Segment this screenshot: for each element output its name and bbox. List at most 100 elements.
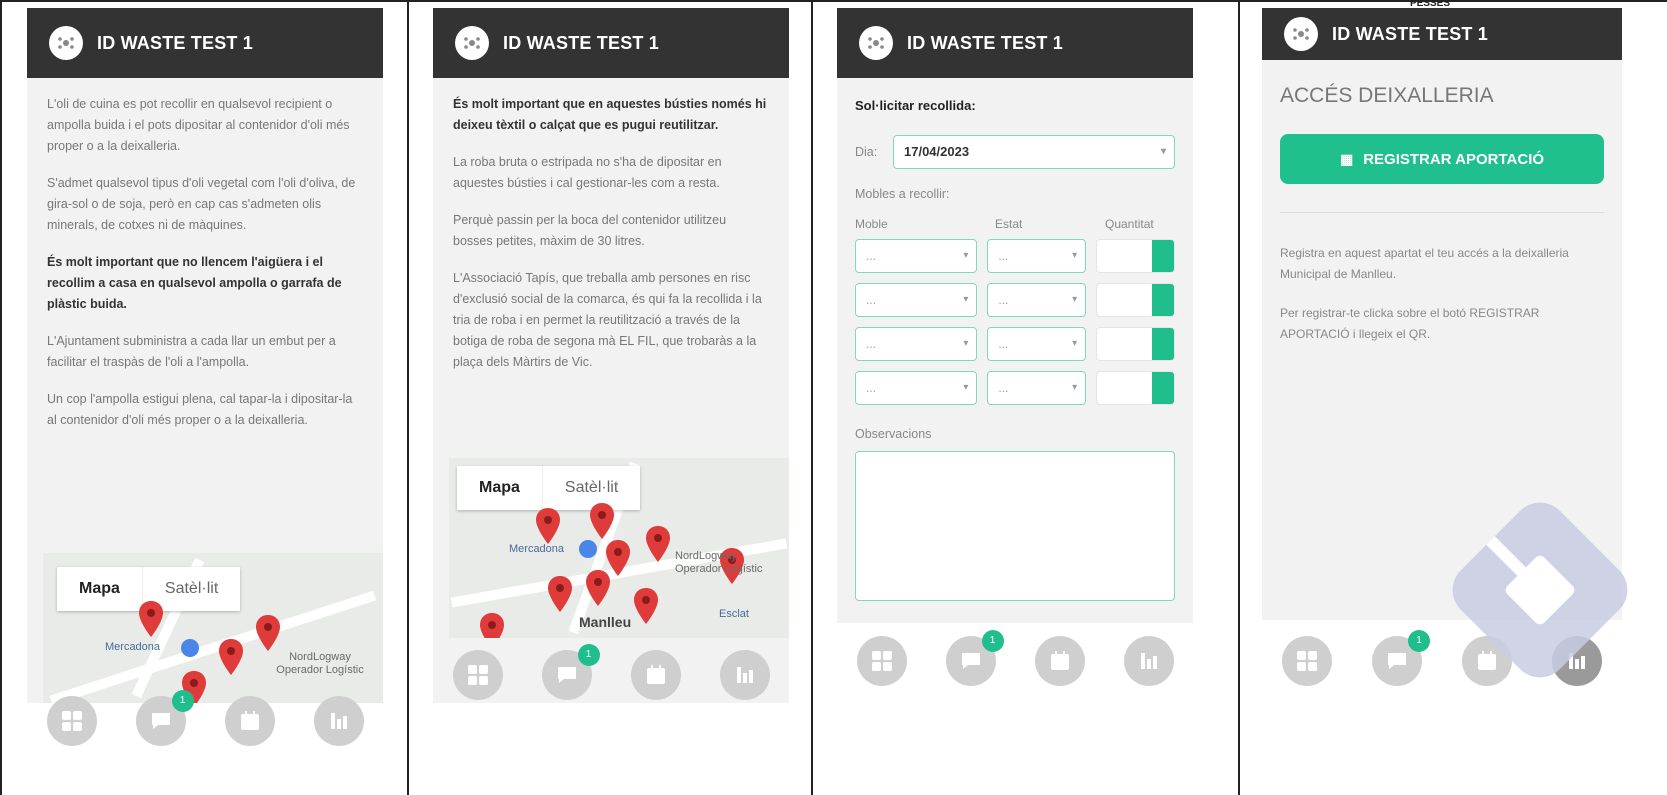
nav-calendar-button[interactable] <box>630 650 681 700</box>
paragraph: Perquè passin per la boca del contenidor… <box>453 213 727 248</box>
map-tab-map[interactable]: Mapa <box>457 466 542 510</box>
nav-calendar-button[interactable] <box>1034 636 1085 686</box>
col-state-header: Estat <box>995 217 1023 231</box>
nav-messages-button[interactable]: 1 <box>135 690 194 746</box>
day-select[interactable]: 17/04/2023 ▾ <box>893 135 1175 169</box>
map-pin-icon[interactable] <box>138 601 164 637</box>
nav-stats-button[interactable] <box>1123 636 1174 686</box>
place-label-company: NordLogway Operador Logístic <box>675 550 763 575</box>
app-logo-icon <box>859 26 893 60</box>
calendar-icon <box>646 665 665 684</box>
map-pin-icon[interactable] <box>547 576 573 612</box>
nav-home-button[interactable] <box>856 636 907 686</box>
quantity-increment-button[interactable] <box>1152 284 1174 316</box>
map-pin-icon[interactable] <box>218 639 244 675</box>
state-select[interactable]: ... ▾ <box>987 371 1087 405</box>
quantity-value[interactable] <box>1097 372 1152 404</box>
state-select[interactable]: ... ▾ <box>987 283 1087 317</box>
map-view[interactable]: Mapa Satèl·lit Mercadona NordLogway Oper… <box>449 458 789 638</box>
access-instructions: Per registrar-te clicka sobre el botó RE… <box>1280 306 1540 341</box>
nav-messages-button[interactable]: 1 <box>1372 630 1430 686</box>
access-content: ACCÉS DEIXALLERIA ▦ REGISTRAR APORTACIÓ … <box>1262 60 1622 369</box>
pickup-form: Sol·licitar recollida: Dia: 17/04/2023 ▾… <box>837 78 1193 621</box>
place-label-store: Mercadona <box>509 543 565 555</box>
furniture-row: ... ▾ ... ▾ <box>855 239 1175 273</box>
bar-chart-icon <box>736 667 753 683</box>
grid-icon <box>871 651 892 671</box>
paragraph: La roba bruta o estripada no s'ha de dip… <box>453 155 722 190</box>
quantity-stepper[interactable] <box>1096 283 1175 317</box>
furniture-row: ... ▾ ... ▾ <box>855 327 1175 361</box>
phone-viewport: ID WASTE TEST 1 Sol·licitar recollida: D… <box>837 8 1193 623</box>
map-pin-icon[interactable] <box>479 613 505 638</box>
chevron-down-icon: ▾ <box>1072 382 1078 393</box>
app-header: ID WASTE TEST 1 <box>1262 8 1622 60</box>
qr-icon: ▦ <box>1339 150 1354 167</box>
quantity-increment-button[interactable] <box>1152 240 1174 272</box>
map-pin-icon[interactable] <box>645 526 671 562</box>
chat-icon <box>961 653 980 669</box>
item-select[interactable]: ... ▾ <box>855 283 978 317</box>
quantity-increment-button[interactable] <box>1152 372 1174 404</box>
phone-viewport: ID WASTE TEST 1 És molt important que en… <box>433 8 789 703</box>
item-select[interactable]: ... ▾ <box>855 327 978 361</box>
chevron-down-icon: ▾ <box>963 294 969 305</box>
page-title: ACCÉS DEIXALLERIA <box>1280 84 1494 107</box>
item-placeholder: ... <box>866 293 877 307</box>
map-pin-icon[interactable] <box>255 615 281 651</box>
quantity-stepper[interactable] <box>1096 327 1175 361</box>
chevron-down-icon: ▾ <box>1160 146 1166 157</box>
app-title: ID WASTE TEST 1 <box>1332 23 1489 44</box>
map-view[interactable]: Mapa Satèl·lit Mercadona NordLogway Oper… <box>43 553 383 703</box>
item-placeholder: ... <box>866 381 877 395</box>
app-title: ID WASTE TEST 1 <box>907 32 1064 53</box>
quantity-stepper[interactable] <box>1096 239 1175 273</box>
map-pin-icon[interactable] <box>585 570 611 606</box>
state-select[interactable]: ... ▾ <box>987 327 1087 361</box>
notification-badge: 1 <box>171 690 194 712</box>
map-pin-icon[interactable] <box>633 588 659 624</box>
chat-icon <box>151 713 170 729</box>
screen-textile-info: ID WASTE TEST 1 És molt important que en… <box>409 8 789 788</box>
item-select[interactable]: ... ▾ <box>855 371 978 405</box>
quantity-increment-button[interactable] <box>1152 328 1174 360</box>
paragraph: L'Associació Tapís, que treballa amb per… <box>453 271 762 369</box>
observations-textarea[interactable] <box>855 451 1175 601</box>
quantity-value[interactable] <box>1097 284 1152 316</box>
store-icon <box>181 639 199 657</box>
place-label-store: Mercadona <box>105 641 161 653</box>
nav-home-button[interactable] <box>46 696 97 746</box>
nav-calendar-button[interactable] <box>224 696 275 746</box>
quantity-value[interactable] <box>1097 240 1152 272</box>
place-label-town: Manlleu <box>579 614 632 630</box>
state-placeholder: ... <box>998 249 1009 263</box>
top-cut-text: PESSES <box>1410 0 1451 8</box>
state-select[interactable]: ... ▾ <box>987 239 1087 273</box>
place-label-extra: Esclat <box>719 608 749 620</box>
item-select[interactable]: ... ▾ <box>855 239 978 273</box>
map-pin-icon[interactable] <box>535 508 561 544</box>
nav-home-button[interactable] <box>1282 636 1332 686</box>
item-placeholder: ... <box>866 337 877 351</box>
chevron-down-icon: ▾ <box>963 250 969 261</box>
nav-stats-button[interactable] <box>313 696 364 746</box>
nav-stats-button[interactable] <box>719 650 770 700</box>
register-contribution-button[interactable]: ▦ REGISTRAR APORTACIÓ <box>1280 134 1604 184</box>
app-logo-icon <box>49 26 83 60</box>
phone-viewport: ID WASTE TEST 1 L'oli de cuina es pot re… <box>27 8 383 703</box>
col-qty-header: Quantitat <box>1105 217 1154 231</box>
form-title: Sol·licitar recollida: <box>855 98 976 113</box>
quantity-stepper[interactable] <box>1096 371 1175 405</box>
grid-icon <box>467 665 488 685</box>
app-logo-icon <box>1284 17 1318 51</box>
nav-messages-button[interactable]: 1 <box>945 630 1004 686</box>
nav-messages-button[interactable]: 1 <box>541 644 600 700</box>
bar-chart-icon <box>1140 653 1157 669</box>
map-pin-icon[interactable] <box>589 503 615 539</box>
chat-icon <box>1388 653 1406 669</box>
quantity-value[interactable] <box>1097 328 1152 360</box>
nav-home-button[interactable] <box>452 650 503 700</box>
map-tab-map[interactable]: Mapa <box>57 567 142 611</box>
state-placeholder: ... <box>998 381 1009 395</box>
chevron-down-icon: ▾ <box>1072 338 1078 349</box>
